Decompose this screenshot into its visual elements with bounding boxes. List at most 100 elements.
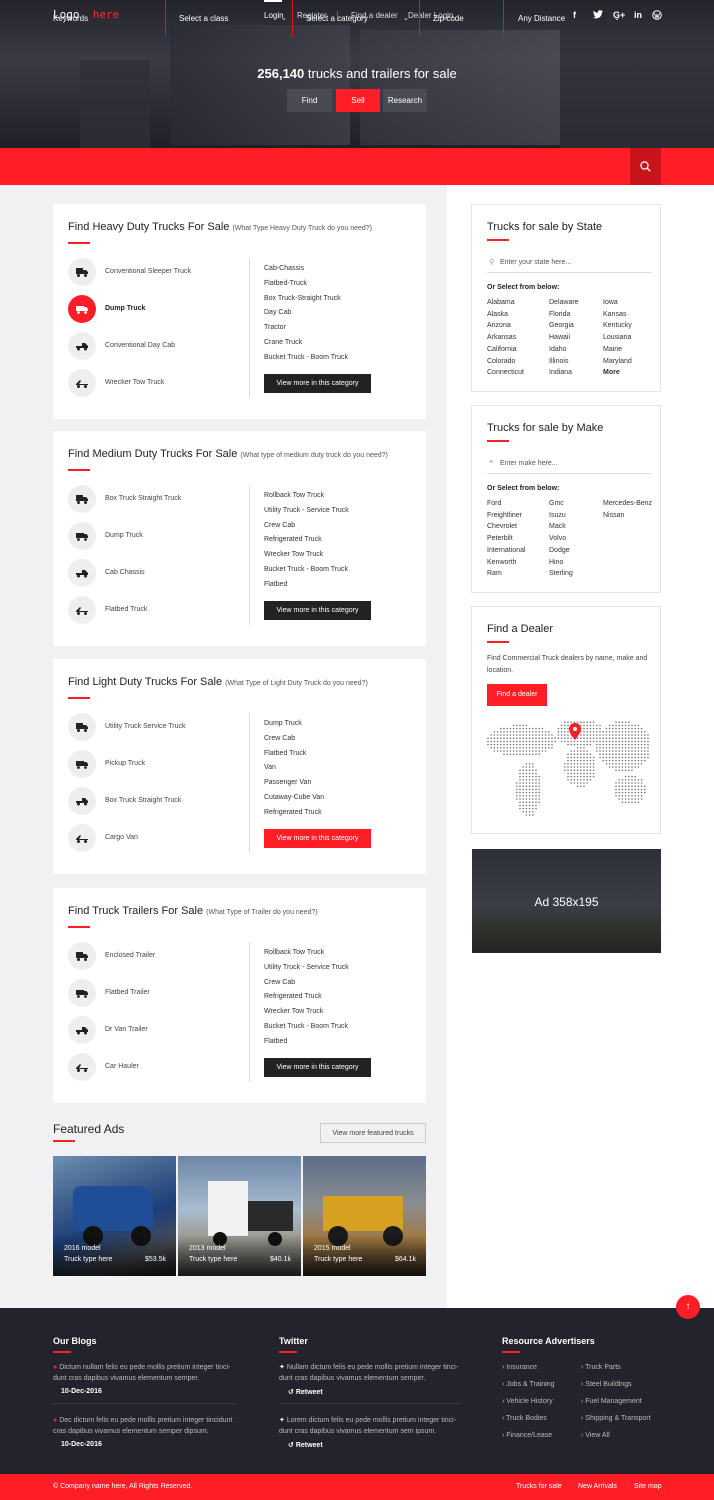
resource-link[interactable]: › Jobs & Training <box>502 1381 555 1388</box>
view-more-button[interactable]: View more in this category <box>264 1058 371 1077</box>
state-link[interactable]: Arizona <box>487 322 511 329</box>
category-link[interactable]: Utility Truck - Service Truck <box>264 964 349 971</box>
category-link[interactable]: Flatbed Truck <box>264 750 306 757</box>
state-link[interactable]: Lousiana <box>603 334 631 341</box>
category-link[interactable]: Crane Truck <box>264 339 302 346</box>
category-link[interactable]: Utility Truck - Service Truck <box>264 507 349 514</box>
wordpress-icon[interactable] <box>652 10 662 22</box>
state-link[interactable]: Arkansas <box>487 334 516 341</box>
state-link[interactable]: Idaho <box>549 346 567 353</box>
category-link[interactable]: Passenger Van <box>264 779 311 786</box>
category-link[interactable]: Van <box>264 764 276 771</box>
make-link[interactable]: Isuzu <box>549 512 566 519</box>
search-button[interactable] <box>630 148 661 185</box>
state-link[interactable]: California <box>487 346 517 353</box>
blog-post-1[interactable]: ● Dictum nullam felis eu pede mollis pre… <box>53 1362 238 1384</box>
category-link[interactable]: Box Truck-Straight Truck <box>264 295 341 302</box>
make-link[interactable]: Ford <box>487 500 501 507</box>
linkedin-icon[interactable]: in <box>634 10 642 20</box>
make-link[interactable]: Volvo <box>549 535 566 542</box>
footer-link-trucks[interactable]: Trucks for sale <box>516 1483 562 1490</box>
category-link[interactable]: Rollback Tow Truck <box>264 492 324 499</box>
state-link[interactable]: Hawaii <box>549 334 570 341</box>
category-link[interactable]: Refrigerated Truck <box>264 993 322 1000</box>
view-featured-button[interactable]: View more featured trucks <box>320 1123 426 1143</box>
state-link[interactable]: Kansas <box>603 311 626 318</box>
state-link[interactable]: Georgia <box>549 322 574 329</box>
make-link[interactable]: International <box>487 547 526 554</box>
make-link[interactable]: Kenworth <box>487 559 517 566</box>
category-link[interactable]: Tractor <box>264 324 286 331</box>
category-select[interactable]: Select a category <box>306 0 368 37</box>
make-link[interactable]: Chevrolet <box>487 523 517 530</box>
state-link[interactable]: Illinois <box>549 358 568 365</box>
make-link[interactable]: Ram <box>487 570 502 577</box>
make-link[interactable]: Sterling <box>549 570 573 577</box>
category-link[interactable]: Wrecker Tow Truck <box>264 1008 323 1015</box>
make-link[interactable]: Gmc <box>549 500 564 507</box>
view-more-button[interactable]: View more in this category <box>264 374 371 393</box>
more-states-link[interactable]: More <box>603 369 620 376</box>
state-link[interactable]: Florida <box>549 311 570 318</box>
scroll-top-button[interactable]: ↑ <box>676 1295 700 1319</box>
facebook-icon[interactable]: f <box>573 10 576 20</box>
footer-link-new-arrivals[interactable]: New Arrivals <box>578 1483 617 1490</box>
state-search-input[interactable]: ⚲ Enter your state here... <box>487 254 652 273</box>
resource-link[interactable]: › Shipping & Transport <box>581 1415 651 1422</box>
resource-link[interactable]: › Finance/Lease <box>502 1432 552 1439</box>
category-link[interactable]: Bucket Truck - Boom Truck <box>264 1023 348 1030</box>
resource-link[interactable]: › Fuel Management <box>581 1398 642 1405</box>
find-button[interactable]: Find <box>287 89 332 112</box>
research-button[interactable]: Research <box>383 89 427 112</box>
resource-link[interactable]: › Truck Parts <box>581 1364 621 1371</box>
featured-ad-2[interactable]: 2013 model Truck type here $40.1k <box>178 1156 301 1276</box>
make-link[interactable]: Nissan <box>603 512 624 519</box>
resource-link[interactable]: › Truck Bodies <box>502 1415 547 1422</box>
make-link[interactable]: Peterbilt <box>487 535 513 542</box>
view-more-button[interactable]: View more in this category <box>264 829 371 848</box>
state-link[interactable]: Indiana <box>549 369 572 376</box>
featured-ad-3[interactable]: 2015 model Truck type here $64.1k <box>303 1156 426 1276</box>
retweet-button[interactable]: ↺ Retweet <box>288 1441 323 1449</box>
footer-link-sitemap[interactable]: Site map <box>634 1483 662 1490</box>
category-link[interactable]: Refrigerated Truck <box>264 536 322 543</box>
zip-input[interactable]: Zip code <box>433 0 464 37</box>
state-link[interactable]: Maryland <box>603 358 632 365</box>
category-link[interactable]: Refrigerated Truck <box>264 809 322 816</box>
resource-link[interactable]: › Steel Buildings <box>581 1381 632 1388</box>
category-link[interactable]: Crew Cab <box>264 522 295 529</box>
ad-banner[interactable]: Ad 358x195 <box>472 849 661 953</box>
category-link[interactable]: Cab-Chassis <box>264 265 304 272</box>
category-link[interactable]: Bucket Truck - Boom Truck <box>264 354 348 361</box>
blog-post-2[interactable]: ● Dec dictum felis eu pede mollis pretiu… <box>53 1415 238 1437</box>
state-link[interactable]: Alabama <box>487 299 515 306</box>
category-link[interactable]: Flatbed-Truck <box>264 280 307 287</box>
category-link[interactable]: Cutaway-Cube Van <box>264 794 324 801</box>
sell-button[interactable]: Sell <box>336 89 380 112</box>
state-link[interactable]: Kentucky <box>603 322 632 329</box>
make-search-input[interactable]: ≡ Enter make here... <box>487 455 652 474</box>
category-link[interactable]: Flatbed <box>264 581 287 588</box>
resource-link[interactable]: › Insurance <box>502 1364 537 1371</box>
state-link[interactable]: Alaska <box>487 311 508 318</box>
state-link[interactable]: Connecticut <box>487 369 524 376</box>
view-more-button[interactable]: View more in this category <box>264 601 371 620</box>
category-link[interactable]: Wrecker Tow Truck <box>264 551 323 558</box>
state-link[interactable]: Colorado <box>487 358 515 365</box>
class-select[interactable]: Select a class <box>179 0 228 37</box>
keywords-input[interactable]: Keywords <box>53 0 88 37</box>
category-link[interactable]: Crew Cab <box>264 979 295 986</box>
make-link[interactable]: Freightliner <box>487 512 522 519</box>
featured-ad-1[interactable]: 2016 model Truck type here $53.5k <box>53 1156 176 1276</box>
tweet-2[interactable]: ✦ Lorem dictum felis eu pede mollis pret… <box>279 1415 467 1437</box>
category-link[interactable]: Bucket Truck - Boom Truck <box>264 566 348 573</box>
resource-link[interactable]: › Vehicle History <box>502 1398 553 1405</box>
twitter-icon[interactable] <box>593 10 603 21</box>
distance-select[interactable]: Any Distance <box>518 0 565 37</box>
state-link[interactable]: Maine <box>603 346 622 353</box>
tweet-1[interactable]: ✦ Nullam dictum felis eu pede mollis pre… <box>279 1362 467 1384</box>
make-link[interactable]: Mack <box>549 523 566 530</box>
retweet-button[interactable]: ↺ Retweet <box>288 1388 323 1396</box>
make-link[interactable]: Mercedes-Benz <box>603 500 652 507</box>
category-link[interactable]: Rollback Tow Truck <box>264 949 324 956</box>
